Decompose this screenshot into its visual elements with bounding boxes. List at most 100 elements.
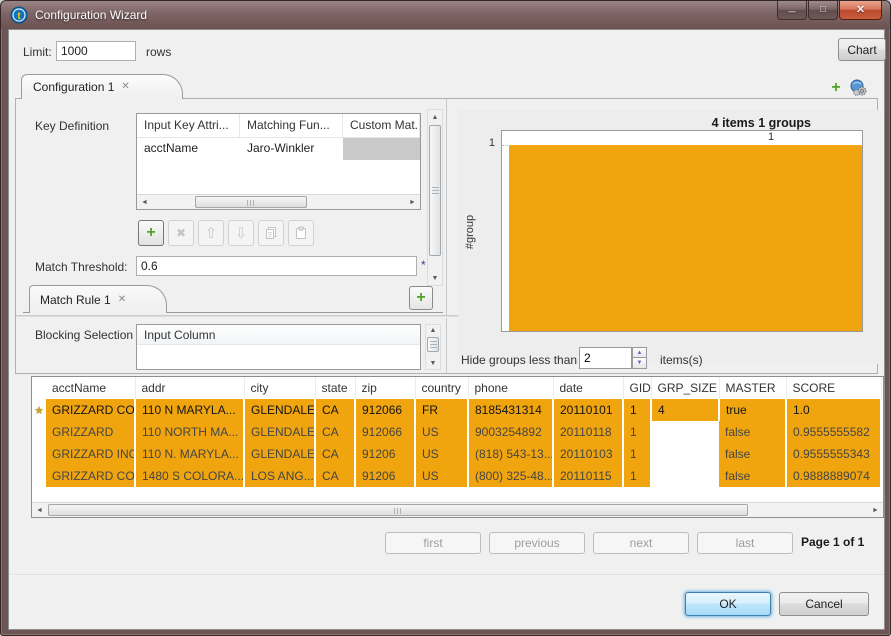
x-axis-tick: 1: [768, 131, 774, 143]
required-marker: *: [421, 258, 426, 272]
minimize-button[interactable]: ─: [777, 1, 807, 20]
scroll-up-icon[interactable]: ▲: [428, 110, 442, 124]
column-header-addr[interactable]: addr: [135, 377, 244, 399]
close-icon: ✕: [856, 5, 865, 15]
delete-key-button[interactable]: ✖: [168, 220, 194, 246]
column-header-SCORE[interactable]: SCORE: [786, 377, 881, 399]
group-bar: [509, 145, 862, 331]
column-header-date[interactable]: date: [553, 377, 623, 399]
results-horizontal-scrollbar[interactable]: ◄ ►: [32, 502, 883, 517]
delete-icon: ✖: [176, 226, 186, 240]
spinner-down-button[interactable]: ▼: [632, 358, 647, 369]
limit-label: Limit:: [23, 45, 52, 59]
add-icon: +: [416, 289, 425, 307]
move-up-button[interactable]: ⇧: [198, 220, 224, 246]
tab-configuration-1[interactable]: Configuration 1 ✕: [21, 74, 183, 99]
paste-button[interactable]: [288, 220, 314, 246]
add-icon: +: [146, 224, 155, 242]
column-header-city[interactable]: city: [244, 377, 315, 399]
tab-label: Match Rule 1: [40, 293, 111, 307]
input-key-cell[interactable]: acctName: [137, 138, 240, 160]
column-header-GID[interactable]: GID: [623, 377, 651, 399]
tab-match-rule-1[interactable]: Match Rule 1 ✕: [29, 285, 167, 313]
tab-close-icon[interactable]: ✕: [121, 82, 129, 92]
column-header-country[interactable]: country: [415, 377, 468, 399]
panel-vertical-scrollbar[interactable]: ▲ ▼: [427, 109, 443, 286]
column-header-GRP_SIZE[interactable]: GRP_SIZE: [651, 377, 719, 399]
gridline: [502, 145, 862, 146]
paste-icon: [294, 226, 308, 240]
column-header-input-key[interactable]: Input Key Attri...: [137, 114, 240, 137]
maximize-icon: □: [820, 5, 826, 15]
column-header-custom-matcher[interactable]: Custom Mat...: [343, 114, 420, 137]
scroll-right-icon[interactable]: ►: [868, 503, 883, 517]
hide-groups-spinner[interactable]: ▲ ▼: [579, 347, 647, 369]
column-header-acctName[interactable]: acctName: [46, 377, 135, 399]
scroll-down-icon[interactable]: ▼: [426, 358, 440, 369]
move-up-icon: ⇧: [205, 224, 218, 242]
dialog-client-area: Limit: rows Chart Configuration 1 ✕ + Ke…: [8, 29, 885, 630]
custom-matcher-cell[interactable]: [343, 138, 420, 160]
table-row[interactable]: GRIZZARD110 NORTH MA... GLENDALECA 91206…: [32, 421, 881, 443]
add-configuration-icon[interactable]: +: [827, 79, 845, 97]
add-key-button[interactable]: +: [138, 220, 164, 246]
chart-button[interactable]: Chart: [838, 38, 886, 61]
scroll-down-icon[interactable]: ▼: [428, 271, 442, 285]
rows-label: rows: [146, 45, 171, 59]
talend-logo-icon: t: [10, 6, 28, 24]
close-button[interactable]: ✕: [839, 1, 882, 20]
column-header-MASTER[interactable]: MASTER: [719, 377, 786, 399]
next-page-button[interactable]: next: [593, 532, 689, 554]
key-definition-label: Key Definition: [35, 119, 109, 133]
cancel-button[interactable]: Cancel: [779, 592, 869, 616]
hide-groups-input[interactable]: [579, 347, 632, 369]
spinner-down-icon: ▼: [637, 360, 643, 366]
column-header-state[interactable]: state: [315, 377, 355, 399]
matching-function-cell[interactable]: Jaro-Winkler: [240, 138, 343, 160]
results-table-frame: acctName addr city state zip country pho…: [31, 376, 884, 518]
first-page-button[interactable]: first: [385, 532, 481, 554]
add-match-rule-button[interactable]: +: [409, 286, 433, 310]
key-definition-row[interactable]: acctName Jaro-Winkler: [137, 138, 420, 160]
blocking-selection-label: Blocking Selection: [35, 328, 133, 342]
hide-groups-label: Hide groups less than: [461, 353, 577, 367]
scroll-left-icon[interactable]: ◄: [32, 503, 47, 517]
scrollbar-thumb[interactable]: [429, 125, 441, 256]
page-info: Page 1 of 1: [801, 535, 864, 549]
table-row[interactable]: GRIZZARD CO1480 S COLORA... LOS ANG...CA…: [32, 465, 881, 487]
match-threshold-input[interactable]: [136, 256, 417, 276]
scrollbar-thumb[interactable]: [427, 337, 439, 352]
column-header-zip[interactable]: zip: [355, 377, 415, 399]
blocking-vertical-scrollbar[interactable]: ▲ ▼: [425, 324, 441, 370]
move-down-button[interactable]: ⇩: [228, 220, 254, 246]
import-match-rule-icon[interactable]: [849, 78, 868, 97]
blocking-selection-list[interactable]: Input Column: [136, 324, 421, 370]
minimize-icon: ─: [788, 8, 795, 18]
ok-button[interactable]: OK: [685, 592, 771, 616]
last-page-button[interactable]: last: [697, 532, 793, 554]
table-row[interactable]: ★ GRIZZARD CO.110 N MARYLA... GLENDALECA…: [32, 399, 881, 421]
previous-page-button[interactable]: previous: [489, 532, 585, 554]
column-header-phone[interactable]: phone: [468, 377, 553, 399]
scroll-up-icon[interactable]: ▲: [426, 325, 440, 336]
tab-label: Configuration 1: [33, 80, 114, 94]
titlebar[interactable]: t Configuration Wizard ─ □ ✕: [1, 1, 890, 29]
panel-divider: [446, 99, 447, 373]
column-header-matching-function[interactable]: Matching Fun...: [240, 114, 343, 137]
items-label: items(s): [660, 353, 703, 367]
results-table: acctName addr city state zip country pho…: [32, 377, 882, 487]
copy-icon: [264, 226, 278, 240]
spinner-up-button[interactable]: ▲: [632, 347, 647, 358]
scrollbar-thumb[interactable]: [48, 504, 748, 516]
scrollbar-thumb[interactable]: [195, 196, 307, 208]
copy-button[interactable]: [258, 220, 284, 246]
maximize-button[interactable]: □: [808, 1, 838, 20]
scroll-right-icon[interactable]: ►: [405, 195, 420, 209]
key-definition-table: Input Key Attri... Matching Fun... Custo…: [136, 113, 421, 210]
table-row[interactable]: GRIZZARD INC110 N. MARYLA... GLENDALECA …: [32, 443, 881, 465]
tab-close-icon[interactable]: ✕: [118, 295, 126, 305]
key-table-horizontal-scrollbar[interactable]: ◄ ►: [137, 194, 420, 209]
column-header-input-column[interactable]: Input Column: [137, 325, 420, 345]
limit-input[interactable]: [56, 41, 136, 61]
scroll-left-icon[interactable]: ◄: [137, 195, 152, 209]
